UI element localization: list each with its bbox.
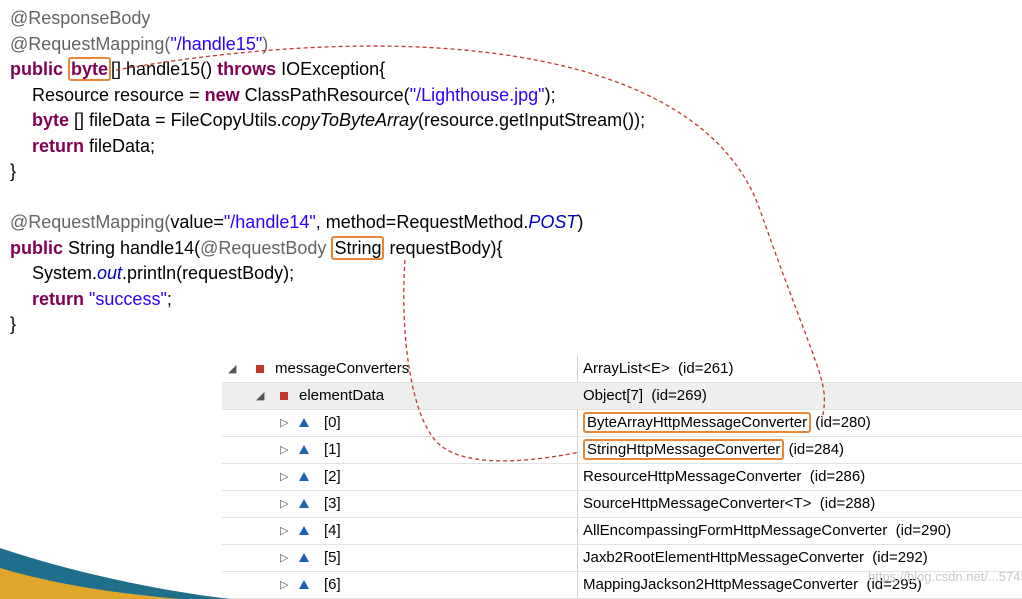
connector-arrows <box>115 45 826 462</box>
watermark: https://blog.csdn.net/...5745 <box>868 569 1022 584</box>
arrow-string-to-stringconverter <box>403 259 581 462</box>
decorative-corner <box>0 548 230 599</box>
arrow-byte-to-bytearray <box>115 45 826 421</box>
